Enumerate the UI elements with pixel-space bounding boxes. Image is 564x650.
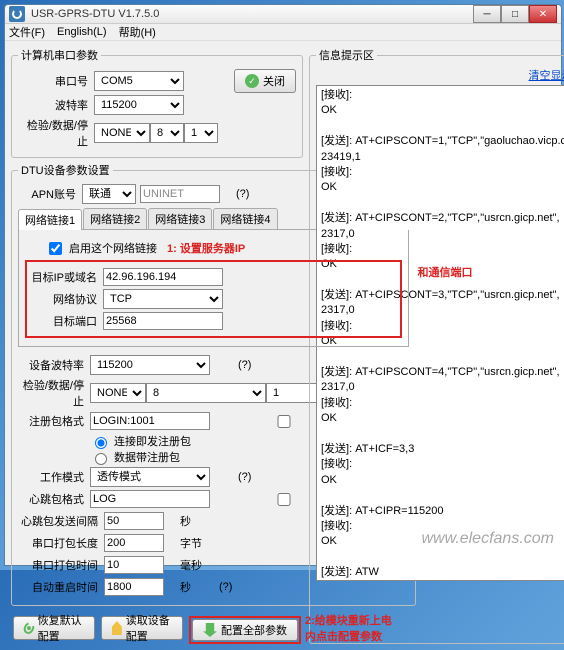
write-config-button[interactable]: 配置全部参数: [192, 619, 298, 641]
proto-label: 网络协议: [31, 291, 103, 307]
dport-input[interactable]: [103, 312, 223, 330]
dev-databits-select[interactable]: 8: [146, 383, 266, 403]
parity-select[interactable]: NONE: [94, 123, 150, 143]
pkttime-label: 串口打包时间: [18, 557, 104, 573]
hbint-label: 心跳包发送间隔: [18, 513, 104, 529]
dev-parity-select[interactable]: NONE: [90, 383, 146, 403]
write-label: 配置全部参数: [221, 622, 287, 638]
auto-help[interactable]: (?): [219, 581, 232, 593]
reg-radio2[interactable]: [95, 453, 107, 465]
read-config-button[interactable]: 读取设备配置: [101, 616, 183, 640]
info-legend: 信息提示区: [316, 47, 377, 63]
databits-select[interactable]: 8: [150, 123, 184, 143]
close-btn-label: 关闭: [263, 73, 285, 89]
hb-label: 心跳包格式: [18, 491, 90, 507]
annot1a: 设置服务器IP: [180, 243, 245, 255]
mode-label: 工作模式: [18, 469, 90, 485]
auto-label: 自动重启时间: [18, 579, 104, 595]
dev-help1[interactable]: (?): [238, 359, 251, 371]
app-icon: [9, 6, 25, 22]
tab-net4[interactable]: 网络链接4: [213, 208, 277, 229]
reg-r2-label: 数据带注册包: [114, 449, 180, 465]
stopbits-select[interactable]: 1: [184, 123, 218, 143]
window-buttons: ─ □ ✕: [473, 5, 557, 23]
minimize-button[interactable]: ─: [473, 5, 501, 23]
reg-r1-label: 连接即发注册包: [114, 433, 191, 449]
mode-help[interactable]: (?): [238, 471, 251, 483]
auto-input[interactable]: [104, 578, 164, 596]
restore-default-button[interactable]: 恢复默认配置: [13, 616, 95, 640]
apn-help[interactable]: (?): [236, 188, 249, 200]
body: 计算机串口参数 串口号 COM5 ✓ 关闭 波特率 115200 检验/数据/停…: [5, 41, 561, 650]
reg-label: 注册包格式: [18, 413, 90, 429]
hb-input[interactable]: [90, 490, 210, 508]
app-window: USR-GPRS-DTU V1.7.5.0 ─ □ ✕ 文件(F) Englis…: [4, 4, 562, 566]
restore-icon: [22, 620, 36, 635]
left-column: 计算机串口参数 串口号 COM5 ✓ 关闭 波特率 115200 检验/数据/停…: [11, 47, 303, 644]
dev-baud-label: 设备波特率: [18, 357, 90, 373]
titlebar: USR-GPRS-DTU V1.7.5.0 ─ □ ✕: [5, 5, 561, 24]
auto-unit: 秒: [180, 579, 191, 595]
serial-legend: 计算机串口参数: [18, 47, 101, 63]
proto-select[interactable]: TCP: [103, 289, 223, 309]
hbint-unit: 秒: [180, 513, 191, 529]
menu-english[interactable]: English(L): [57, 26, 107, 38]
menubar: 文件(F) English(L) 帮助(H): [5, 24, 561, 41]
serial-close-button[interactable]: ✓ 关闭: [234, 69, 296, 93]
serial-group: 计算机串口参数 串口号 COM5 ✓ 关闭 波特率 115200 检验/数据/停…: [11, 47, 303, 158]
annot2: 2:给模块重新上电 内点击配置参数: [305, 612, 392, 644]
read-label: 读取设备配置: [126, 612, 172, 644]
tab-net3[interactable]: 网络链接3: [148, 208, 212, 229]
footer-buttons: 恢复默认配置 读取设备配置 配置全部参数: [11, 616, 303, 644]
dev-baud-select[interactable]: 115200: [90, 355, 210, 375]
write-icon: [203, 623, 217, 637]
window-title: USR-GPRS-DTU V1.7.5.0: [31, 8, 473, 20]
pktlen-unit: 字节: [180, 535, 202, 551]
ip-input[interactable]: [103, 268, 223, 286]
server-config-box: 和通信端口 目标IP或域名 网络协议 TCP 目标端口: [25, 260, 402, 338]
annot1b: 和通信端口: [417, 264, 472, 280]
pktlen-input[interactable]: [104, 534, 164, 552]
reg-input[interactable]: [90, 412, 210, 430]
port-label: 串口号: [18, 73, 94, 89]
menu-help[interactable]: 帮助(H): [119, 24, 156, 40]
clear-log-link[interactable]: 清空显示区: [529, 70, 564, 82]
baud-select[interactable]: 115200: [94, 95, 184, 115]
apn-label: APN账号: [18, 186, 82, 202]
ip-label: 目标IP或域名: [31, 269, 103, 285]
enable-checkbox[interactable]: [49, 242, 62, 255]
enable-label: 启用这个网络链接: [69, 240, 157, 256]
pktlen-label: 串口打包长度: [18, 535, 104, 551]
restore-label: 恢复默认配置: [38, 612, 84, 644]
read-icon: [112, 621, 122, 635]
reg-radio1[interactable]: [95, 437, 107, 449]
enable-net-check[interactable]: 启用这个网络链接: [45, 239, 157, 258]
check-label: 检验/数据/停止: [18, 117, 94, 149]
check-icon: ✓: [245, 74, 259, 88]
tab-net1[interactable]: 网络链接1: [18, 209, 82, 230]
annot1-num: 1:: [167, 243, 177, 255]
port-select[interactable]: COM5: [94, 71, 184, 91]
apn-select[interactable]: 联通: [82, 184, 136, 204]
hbint-input[interactable]: [104, 512, 164, 530]
mode-select[interactable]: 透传模式: [90, 467, 210, 487]
write-config-highlight: 配置全部参数: [189, 616, 301, 644]
tab-net2[interactable]: 网络链接2: [83, 208, 147, 229]
pkttime-input[interactable]: [104, 556, 164, 574]
baud-label: 波特率: [18, 97, 94, 113]
close-button[interactable]: ✕: [529, 5, 557, 23]
pkttime-unit: 毫秒: [180, 557, 202, 573]
dev-check-label: 检验/数据/停止: [18, 377, 90, 409]
menu-file[interactable]: 文件(F): [9, 24, 45, 40]
apn-text[interactable]: [140, 185, 220, 203]
dtu-legend: DTU设备参数设置: [18, 162, 113, 178]
tab-body: 启用这个网络链接 1: 设置服务器IP 和通信端口 目标IP或域名: [18, 230, 409, 347]
maximize-button[interactable]: □: [501, 5, 529, 23]
dport-label: 目标端口: [31, 313, 103, 329]
